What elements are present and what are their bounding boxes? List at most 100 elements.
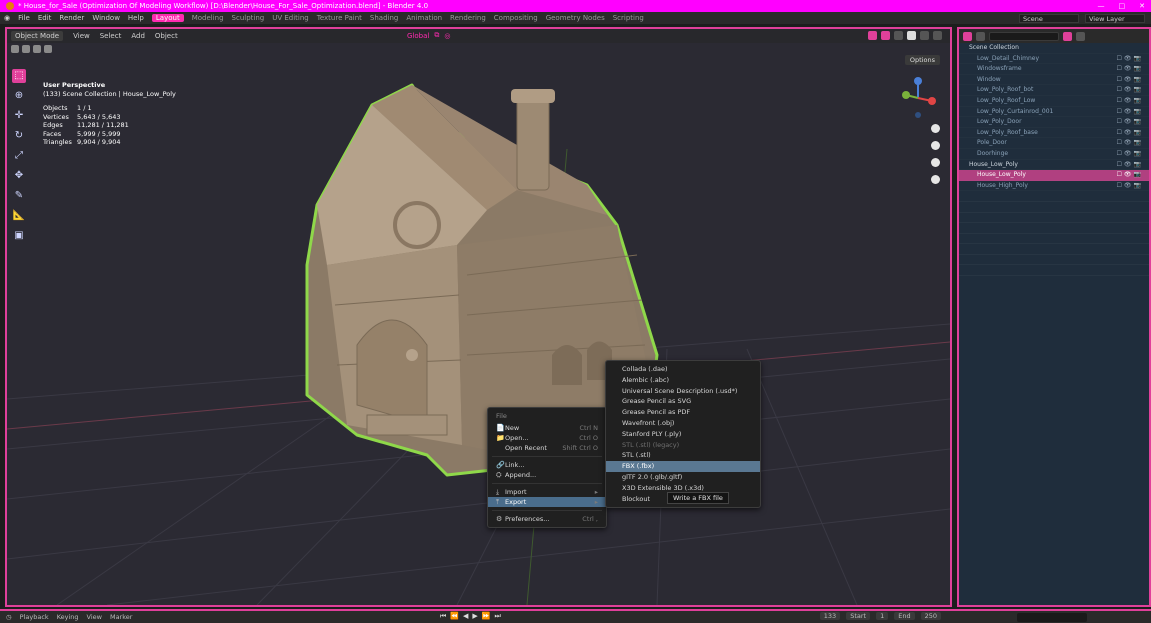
tab-compositing[interactable]: Compositing xyxy=(494,14,538,22)
outliner-row-collection[interactable]: House_Low_Poly ☐👁📷 xyxy=(959,160,1149,171)
scale-tool-icon[interactable]: ⤢ xyxy=(12,149,26,163)
solid-shading-icon[interactable] xyxy=(907,31,916,40)
outliner-row[interactable]: Low_Poly_Door ☐👁📷 xyxy=(959,117,1149,128)
select-box-tool-icon[interactable]: ⬚ xyxy=(12,69,26,83)
outliner-row[interactable]: Low_Poly_Roof_base ☐👁📷 xyxy=(959,128,1149,139)
wireframe-shading-icon[interactable] xyxy=(894,31,903,40)
visibility-icons[interactable]: ☐👁📷 xyxy=(1117,181,1143,191)
outliner-row-scene-collection[interactable]: Scene Collection xyxy=(959,43,1149,54)
next-keyframe-icon[interactable]: ⏩ xyxy=(482,612,491,621)
visibility-icons[interactable]: ☐👁📷 xyxy=(1117,138,1143,148)
play-reverse-icon[interactable]: ◀ xyxy=(463,612,468,621)
file-import-item[interactable]: ⤓ Import ▸ xyxy=(488,487,606,497)
prev-keyframe-icon[interactable]: ⏪ xyxy=(450,612,459,621)
visibility-icons[interactable]: ☐👁📷 xyxy=(1117,117,1143,127)
file-open-item[interactable]: 📁 Open... Ctrl O xyxy=(488,433,606,443)
viewport-menu-add[interactable]: Add xyxy=(131,32,145,40)
current-frame-field[interactable]: 133 xyxy=(819,612,841,620)
editor-type-icon[interactable] xyxy=(963,31,972,41)
start-frame-field[interactable]: 1 xyxy=(876,612,889,620)
pan-hand-icon[interactable] xyxy=(931,141,940,150)
file-append-item[interactable]: ⛭ Append... xyxy=(488,470,606,480)
navigation-gizmo-icon[interactable] xyxy=(898,73,938,123)
3d-viewport[interactable]: Object Mode View Select Add Object Globa… xyxy=(5,27,952,607)
select-subtract-icon[interactable] xyxy=(33,45,41,53)
timeline-menu-keying[interactable]: Keying xyxy=(57,613,79,621)
menu-edit[interactable]: Edit xyxy=(38,14,52,22)
material-shading-icon[interactable] xyxy=(920,31,929,40)
visibility-icons[interactable]: ☐👁📷 xyxy=(1117,107,1143,117)
xray-toggle-icon[interactable] xyxy=(881,31,890,40)
menu-render[interactable]: Render xyxy=(59,14,84,22)
export-stl-legacy[interactable]: STL (.stl) (legacy) xyxy=(606,440,760,451)
timeline-menu-playback[interactable]: Playback xyxy=(20,613,49,621)
file-open-recent-item[interactable]: Open Recent Shift Ctrl O xyxy=(488,443,606,453)
zoom-icon[interactable] xyxy=(931,124,940,133)
tab-animation[interactable]: Animation xyxy=(406,14,442,22)
viewport-menu-view[interactable]: View xyxy=(73,32,90,40)
export-usd[interactable]: Universal Scene Description (.usd*) xyxy=(606,386,760,397)
timeline-menu-marker[interactable]: Marker xyxy=(110,613,132,621)
visibility-icons[interactable]: ☐👁📷 xyxy=(1117,54,1143,64)
file-link-item[interactable]: 🔗 Link... xyxy=(488,460,606,470)
add-cube-tool-icon[interactable]: ▣ xyxy=(12,229,26,243)
select-extend-icon[interactable] xyxy=(22,45,30,53)
tab-rendering[interactable]: Rendering xyxy=(450,14,486,22)
tab-scripting[interactable]: Scripting xyxy=(613,14,644,22)
file-preferences-item[interactable]: ⚙ Preferences... Ctrl , xyxy=(488,514,606,524)
transform-tool-icon[interactable]: ✥ xyxy=(12,169,26,183)
export-wavefront-obj[interactable]: Wavefront (.obj) xyxy=(606,418,760,429)
export-collada[interactable]: Collada (.dae) xyxy=(606,364,760,375)
outliner-row[interactable]: Low_Poly_Curtainrod_001 ☐👁📷 xyxy=(959,107,1149,118)
tab-texture-paint[interactable]: Texture Paint xyxy=(317,14,362,22)
outliner-search-input[interactable] xyxy=(989,31,1059,41)
export-stanford-ply[interactable]: Stanford PLY (.ply) xyxy=(606,429,760,440)
outliner-row[interactable]: Low_Detail_Chimney ☐👁📷 xyxy=(959,54,1149,65)
outliner-row[interactable]: Window ☐👁📷 xyxy=(959,75,1149,86)
outliner-row[interactable]: House_High_Poly ☐👁📷 xyxy=(959,181,1149,192)
export-alembic[interactable]: Alembic (.abc) xyxy=(606,375,760,386)
rotate-tool-icon[interactable]: ↻ xyxy=(12,129,26,143)
select-new-icon[interactable] xyxy=(11,45,19,53)
export-grease-pencil-pdf[interactable]: Grease Pencil as PDF xyxy=(606,407,760,418)
file-new-item[interactable]: 📄 New Ctrl N xyxy=(488,423,606,433)
filter-icon[interactable] xyxy=(1063,31,1072,41)
camera-view-icon[interactable] xyxy=(931,158,940,167)
visibility-icons[interactable]: ☐👁📷 xyxy=(1117,160,1143,170)
timeline-menu-view[interactable]: View xyxy=(87,613,102,621)
mode-selector[interactable]: Object Mode xyxy=(11,31,64,41)
blender-menu-icon[interactable]: ◉ xyxy=(4,14,10,22)
move-tool-icon[interactable]: ✛ xyxy=(12,109,26,123)
minimize-button[interactable]: — xyxy=(1098,2,1105,10)
export-grease-pencil-svg[interactable]: Grease Pencil as SVG xyxy=(606,396,760,407)
visibility-icons[interactable]: ☐👁📷 xyxy=(1117,96,1143,106)
menu-window[interactable]: Window xyxy=(92,14,120,22)
timeline-editor-icon[interactable]: ◷ xyxy=(6,613,12,621)
outliner-row[interactable]: Low_Poly_Roof_bot ☐👁📷 xyxy=(959,85,1149,96)
overlay-toggle-icon[interactable] xyxy=(868,31,877,40)
menu-help[interactable]: Help xyxy=(128,14,144,22)
visibility-icons[interactable]: ☐👁📷 xyxy=(1117,128,1143,138)
maximize-button[interactable]: □ xyxy=(1119,2,1126,10)
outliner-row[interactable]: Pole_Door ☐👁📷 xyxy=(959,138,1149,149)
viewport-menu-object[interactable]: Object xyxy=(155,32,178,40)
visibility-icons[interactable]: ☐👁📷 xyxy=(1117,85,1143,95)
jump-end-icon[interactable]: ⏭ xyxy=(495,612,501,621)
scene-selector[interactable]: Scene xyxy=(1019,13,1079,23)
close-button[interactable]: ✕ xyxy=(1139,2,1145,10)
tab-uv-editing[interactable]: UV Editing xyxy=(272,14,309,22)
snap-icon[interactable]: ⧉ xyxy=(434,31,439,40)
end-frame-field[interactable]: 250 xyxy=(920,612,941,620)
visibility-icons[interactable]: ☐👁📷 xyxy=(1117,64,1143,74)
jump-start-icon[interactable]: ⏮ xyxy=(440,612,446,621)
tab-modeling[interactable]: Modeling xyxy=(192,14,224,22)
tab-sculpting[interactable]: Sculpting xyxy=(232,14,265,22)
perspective-toggle-icon[interactable] xyxy=(931,175,940,184)
play-icon[interactable]: ▶ xyxy=(472,612,477,621)
outliner-row[interactable]: Doorhinge ☐👁📷 xyxy=(959,149,1149,160)
cursor-tool-icon[interactable]: ⊕ xyxy=(12,89,26,103)
rendered-shading-icon[interactable] xyxy=(933,31,942,40)
tab-shading[interactable]: Shading xyxy=(370,14,398,22)
view-layer-selector[interactable]: View Layer xyxy=(1085,13,1145,23)
export-fbx[interactable]: FBX (.fbx) xyxy=(606,461,760,472)
